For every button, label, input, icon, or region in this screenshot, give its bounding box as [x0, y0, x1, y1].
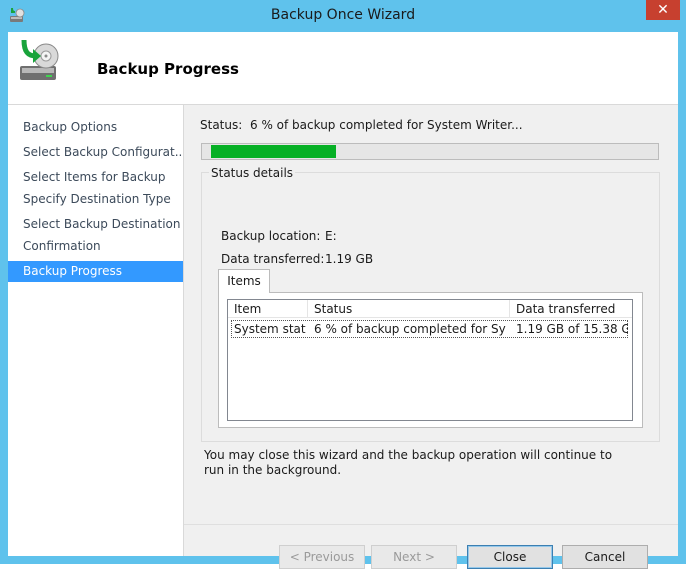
button-divider — [184, 524, 678, 525]
row-data-transferred-cell: 1.19 GB of 15.38 GB — [516, 322, 628, 336]
title-bar[interactable]: Backup Once Wizard ✕ — [0, 0, 686, 32]
wizard-main-panel: Status: 6 % of backup completed for Syst… — [184, 105, 678, 569]
column-header-item[interactable]: Item — [228, 300, 308, 318]
window-close-button[interactable]: ✕ — [646, 0, 680, 20]
backup-progress-bar — [201, 143, 659, 160]
data-transferred-label: Data transferred: — [221, 252, 325, 266]
items-tab-panel: Item Status Data transferred System stat… — [218, 292, 643, 428]
column-header-status[interactable]: Status — [308, 300, 510, 318]
wizard-window: Backup Once Wizard ✕ Backup Progress Bac… — [0, 0, 686, 569]
nav-item-select-items-for-backup[interactable]: Select Items for Backup — [8, 167, 183, 188]
wizard-client-area: Backup Progress Backup Options Select Ba… — [8, 32, 678, 569]
window-title: Backup Once Wizard — [270, 7, 416, 23]
cancel-button[interactable]: Cancel — [562, 545, 648, 569]
next-button[interactable]: Next > — [371, 545, 457, 569]
tab-items[interactable]: Items — [218, 269, 270, 293]
previous-button[interactable]: < Previous — [279, 545, 365, 569]
close-icon: ✕ — [657, 2, 669, 18]
items-list-view[interactable]: Item Status Data transferred System stat… — [227, 299, 633, 421]
row-item-cell: System state — [234, 322, 306, 336]
progress-bar-fill — [211, 145, 336, 158]
status-text: 6 % of backup completed for System Write… — [250, 118, 523, 132]
nav-item-backup-options[interactable]: Backup Options — [8, 117, 183, 138]
wizard-steps-nav: Backup Options Select Backup Configurat.… — [8, 105, 184, 556]
wizard-header: Backup Progress — [8, 32, 678, 104]
backup-location-value: E: — [325, 229, 337, 243]
status-details-title: Status details — [209, 166, 296, 180]
nav-item-specify-destination-type[interactable]: Specify Destination Type — [8, 189, 183, 210]
data-transferred-value: 1.19 GB — [325, 252, 374, 266]
close-button[interactable]: Close — [467, 545, 553, 569]
backup-drive-arrow-icon — [14, 38, 64, 88]
close-wizard-note: You may close this wizard and the backup… — [204, 448, 613, 477]
page-title: Backup Progress — [97, 60, 239, 78]
column-header-data-transferred[interactable]: Data transferred — [510, 300, 632, 318]
nav-item-backup-progress[interactable]: Backup Progress — [8, 261, 183, 282]
nav-item-select-backup-configuration[interactable]: Select Backup Configurat... — [8, 142, 183, 163]
status-label: Status: — [200, 118, 243, 132]
nav-item-confirmation[interactable]: Confirmation — [8, 236, 183, 257]
backup-location-label: Backup location: — [221, 229, 321, 243]
nav-item-select-backup-destination[interactable]: Select Backup Destination — [8, 214, 183, 235]
row-status-cell: 6 % of backup completed for Syst... — [314, 322, 506, 336]
